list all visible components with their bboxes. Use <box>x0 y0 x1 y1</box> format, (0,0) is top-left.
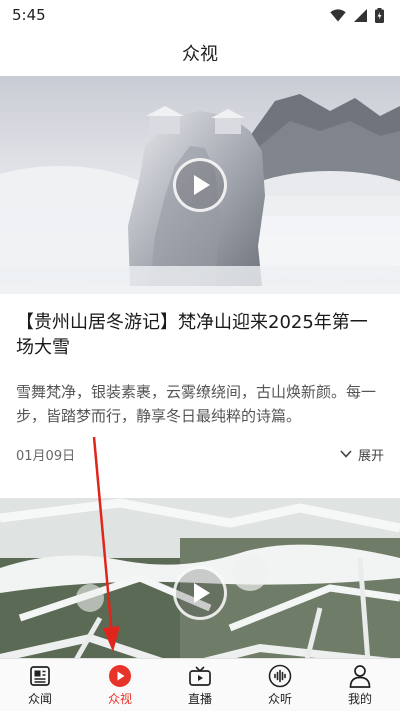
wifi-icon <box>330 8 346 22</box>
nav-label: 众闻 <box>27 691 52 706</box>
nav-label: 众听 <box>267 691 292 706</box>
expand-label: 展开 <box>357 448 384 464</box>
expand-button[interactable]: 展开 <box>340 445 384 464</box>
tv-icon <box>188 664 212 688</box>
play-icon <box>194 583 210 603</box>
video-thumbnail[interactable] <box>0 498 400 658</box>
article-title[interactable]: 【贵州山居冬游记】梵净山迎来2025年第一场大雪 <box>0 294 400 366</box>
divider <box>0 476 400 498</box>
nav-item-video[interactable]: 众视 <box>80 659 160 711</box>
nav-item-audio[interactable]: 众听 <box>240 659 320 711</box>
nav-label: 我的 <box>347 691 372 706</box>
play-icon <box>194 175 210 195</box>
status-icons <box>330 7 384 23</box>
nav-item-news[interactable]: 众闻 <box>0 659 80 711</box>
user-icon <box>348 664 372 688</box>
chevron-down-icon <box>340 450 352 458</box>
news-icon <box>28 664 52 688</box>
article-date: 01月09日 <box>16 448 76 464</box>
play-button[interactable] <box>173 566 227 620</box>
title-bar: 众视 <box>0 30 400 76</box>
cellular-signal-icon <box>354 8 367 22</box>
battery-icon <box>375 7 384 23</box>
feed-item[interactable]: 【贵州山居冬游记】梵净山迎来2025年第一场大雪 雪舞梵净，银装素裹，云雾缭绕间… <box>0 76 400 498</box>
nav-label: 众视 <box>107 691 132 706</box>
video-feed[interactable]: 【贵州山居冬游记】梵净山迎来2025年第一场大雪 雪舞梵净，银装素裹，云雾缭绕间… <box>0 76 400 658</box>
nav-item-profile[interactable]: 我的 <box>320 659 400 711</box>
audio-wave-icon <box>268 664 292 688</box>
bottom-nav: 众闻 众视 直播 众听 我的 <box>0 658 400 711</box>
play-button[interactable] <box>173 158 227 212</box>
status-time: 5:45 <box>12 6 46 24</box>
nav-item-live[interactable]: 直播 <box>160 659 240 711</box>
video-thumbnail[interactable] <box>0 76 400 294</box>
article-meta: 01月09日 展开 <box>0 432 400 476</box>
page-title: 众视 <box>182 44 218 65</box>
feed-item[interactable] <box>0 498 400 658</box>
article-summary: 雪舞梵净，银装素裹，云雾缭绕间，古山焕新颜。每一步，皆踏梦而行，静享冬日最纯粹的… <box>16 383 377 425</box>
status-bar: 5:45 <box>0 0 400 30</box>
play-icon <box>108 664 132 688</box>
nav-label: 直播 <box>187 691 212 706</box>
